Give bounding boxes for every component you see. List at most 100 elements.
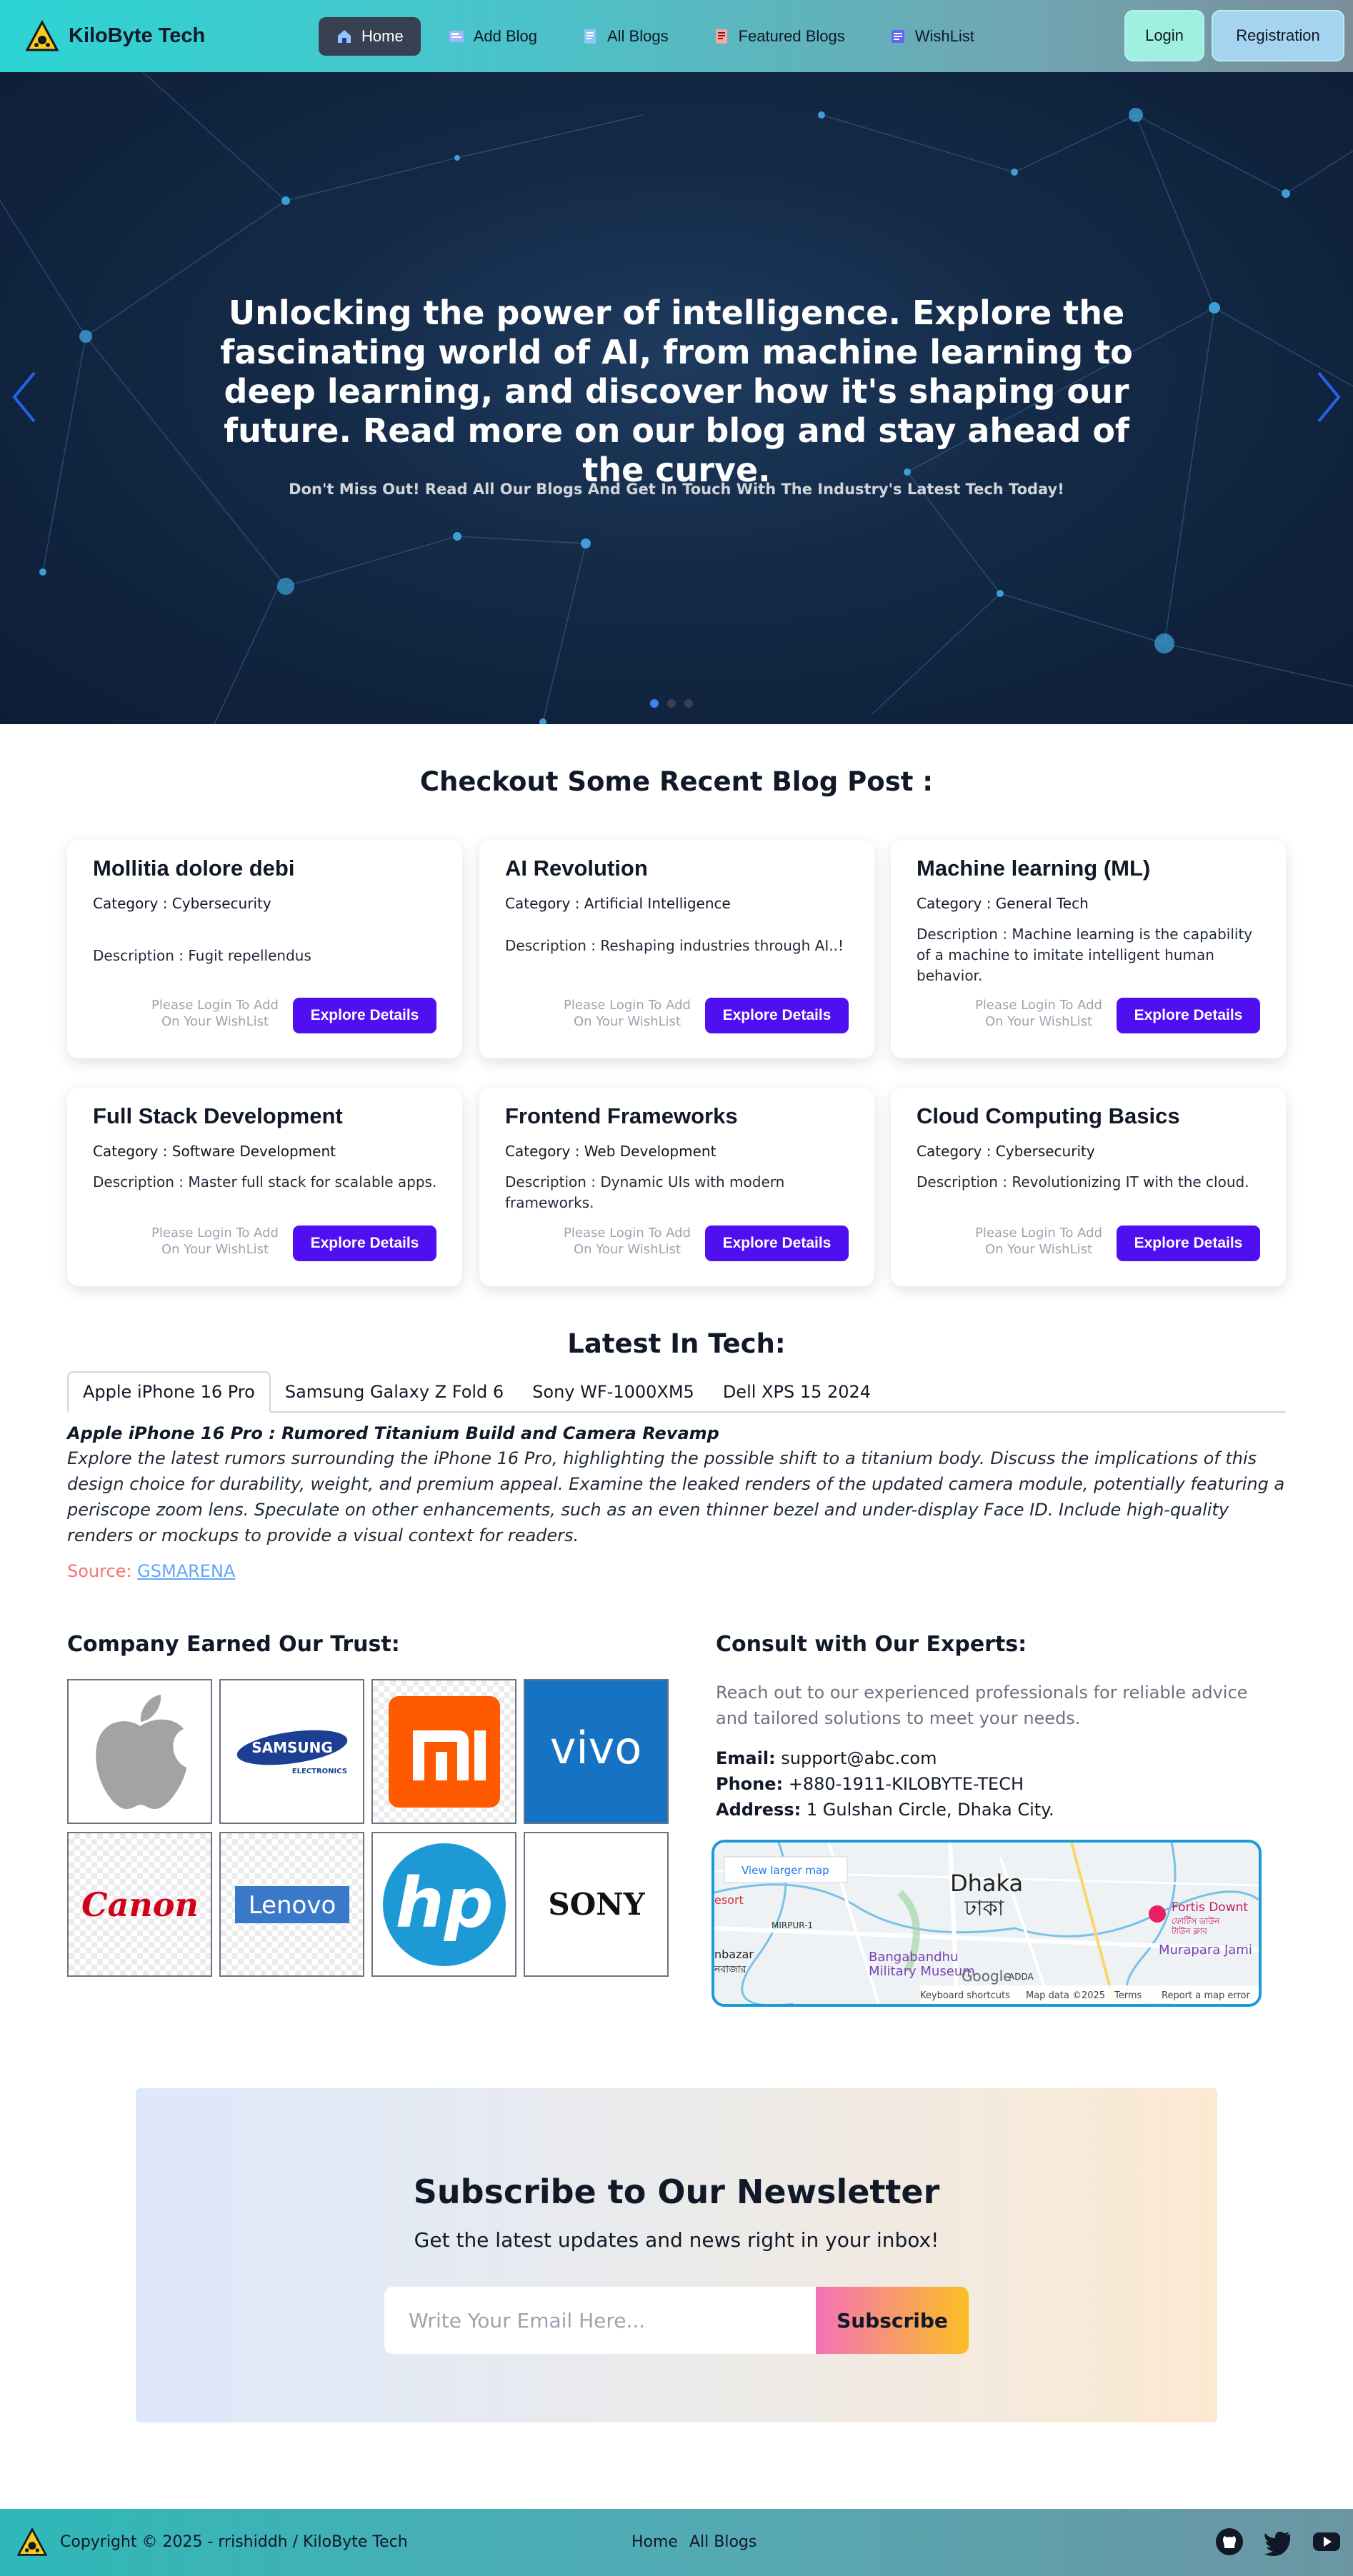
latest-tech-title: Latest In Tech: (567, 1328, 786, 1359)
consult-title: Consult with Our Experts: (716, 1632, 1027, 1657)
source-label: Source: (67, 1561, 132, 1581)
blog-card-title: Full Stack Development (93, 1103, 343, 1128)
newsletter-email-input[interactable]: Write Your Email Here... (384, 2287, 816, 2354)
youtube-icon[interactable] (1312, 2527, 1342, 2557)
consult-phone: Phone: +880-1911-KILOBYTE-TECH (716, 1774, 1024, 1794)
map-keyboard-shortcuts[interactable]: Keyboard shortcuts (920, 1990, 1010, 2001)
vivo-logo-text: vivo (550, 1722, 642, 1774)
blog-card: Cloud Computing Basics Category : Cybers… (891, 1088, 1286, 1286)
slider-prev-arrow-icon[interactable] (10, 369, 39, 426)
samsung-logo-subtext: ELECTRONICS (291, 1768, 346, 1775)
hero-subtitle: Don't Miss Out! Read All Our Blogs And G… (289, 481, 1064, 498)
phone-value: +880-1911-KILOBYTE-TECH (788, 1774, 1024, 1794)
brand[interactable]: KiloByte Tech (26, 19, 205, 53)
tab-panel: Apple iPhone 16 Pro : Rumored Titanium B… (67, 1421, 1286, 1581)
login-button[interactable]: Login (1124, 10, 1204, 61)
nav-home[interactable]: Home (319, 17, 421, 56)
latest-tech-tabs: Apple iPhone 16 Pro Samsung Galaxy Z Fol… (67, 1371, 1286, 1413)
footer-link-home[interactable]: Home (631, 2533, 678, 2551)
blog-card: AI Revolution Category : Artificial Inte… (479, 840, 874, 1058)
wishlist-login-note: Please Login To Add On Your WishList (564, 998, 691, 1029)
address-value: 1 Gulshan Circle, Dhaka City. (806, 1800, 1054, 1820)
blog-card-category: Category : General Tech (917, 895, 1089, 912)
map-data-credit: Map data ©2025 (1026, 1990, 1105, 2001)
address-label: Address: (716, 1800, 802, 1820)
map-embed[interactable]: View larger map Dhaka ঢাকা esort MIRPUR-… (712, 1840, 1262, 2007)
map-label: Bangabandhu (869, 1950, 958, 1965)
explore-details-button[interactable]: Explore Details (293, 998, 436, 1033)
recent-posts-title: Checkout Some Recent Blog Post : (419, 766, 934, 797)
blog-card-description: Description : Reshaping industries throu… (505, 937, 844, 954)
subscribe-button[interactable]: Subscribe (816, 2287, 969, 2354)
nav-all-blogs[interactable]: All Blogs (564, 17, 686, 56)
tab-samsung-galaxy-z-fold-6[interactable]: Samsung Galaxy Z Fold 6 (271, 1371, 518, 1413)
newsletter-section: Subscribe to Our Newsletter Get the late… (136, 2088, 1217, 2422)
footer: Copyright © 2025 - rrishiddh / KiloByte … (0, 2509, 1353, 2576)
explore-details-button[interactable]: Explore Details (705, 998, 849, 1033)
canon-logo-icon: Canon (81, 1885, 199, 1924)
nav-featured-blogs[interactable]: Featured Blogs (696, 17, 862, 56)
nav-wishlist[interactable]: WishList (872, 17, 992, 56)
map-label: ফোর্টিস ডাউন (1172, 1916, 1220, 1926)
blog-card-title: AI Revolution (505, 856, 648, 881)
home-icon (338, 30, 351, 43)
blog-card-title: Mollitia dolore debi (93, 856, 295, 881)
slider-dot[interactable] (650, 699, 659, 708)
sony-logo: SONY (524, 1832, 669, 1977)
blog-card-category: Category : Web Development (505, 1143, 717, 1160)
map-report-error[interactable]: Report a map error (1162, 1990, 1250, 2001)
consult-description: Reach out to our experienced professiona… (716, 1683, 1248, 1728)
explore-details-button[interactable]: Explore Details (293, 1226, 436, 1261)
map-terms[interactable]: Terms (1114, 1990, 1142, 2001)
consult-address: Address: 1 Gulshan Circle, Dhaka City. (716, 1800, 1054, 1820)
nav-add-blog[interactable]: Add Blog (431, 17, 554, 56)
tab-source: Source: GSMARENA (67, 1561, 1286, 1581)
map-label: টাউন ক্লাব (1171, 1926, 1207, 1936)
consult-email: Email: support@abc.com (716, 1748, 937, 1768)
lenovo-logo: Lenovo (219, 1832, 364, 1977)
map-label: নবাজার (714, 1964, 747, 1975)
tab-apple-iphone-16-pro[interactable]: Apple iPhone 16 Pro (67, 1371, 271, 1413)
explore-details-button[interactable]: Explore Details (1117, 998, 1260, 1033)
vivo-logo: vivo (524, 1679, 669, 1824)
explore-details-button[interactable]: Explore Details (1117, 1226, 1260, 1261)
footer-link-all-blogs[interactable]: All Blogs (689, 2533, 757, 2551)
registration-button[interactable]: Registration (1212, 10, 1344, 61)
xiaomi-logo (371, 1679, 516, 1824)
featured-icon (715, 29, 727, 44)
map-city-label: Dhaka (950, 1870, 1023, 1897)
canon-logo-text: Canon (81, 1885, 199, 1924)
navbar: KiloByte Tech Home Add Blog All Blogs Fe… (0, 0, 1353, 72)
slider-dot[interactable] (684, 699, 693, 708)
twitter-icon[interactable] (1263, 2527, 1293, 2557)
blog-card-category: Category : Software Development (93, 1143, 336, 1160)
canon-logo: Canon (67, 1832, 212, 1977)
lenovo-logo-icon: Lenovo (234, 1885, 349, 1923)
hero-slider: Unlocking the power of intelligence. Exp… (0, 72, 1353, 724)
wishlist-icon (891, 30, 904, 43)
blog-card-description: Description : Dynamic UIs with modern fr… (505, 1173, 785, 1211)
map-canvas: View larger map Dhaka ঢাকা esort MIRPUR-… (714, 1843, 1259, 2004)
blog-card-description: Description : Master full stack for scal… (93, 1173, 437, 1191)
wishlist-login-note: Please Login To Add On Your WishList (151, 1226, 279, 1257)
source-link[interactable]: GSMARENA (137, 1561, 235, 1581)
samsung-logo-text: SAMSUNG (251, 1739, 333, 1756)
slider-next-arrow-icon[interactable] (1314, 369, 1343, 426)
add-blog-icon (449, 31, 464, 42)
footer-social (1214, 2527, 1342, 2557)
hero-title: Unlocking the power of intelligence. Exp… (220, 294, 1133, 489)
map-view-larger-link[interactable]: View larger map (742, 1864, 829, 1877)
samsung-logo: SAMSUNG ELECTRONICS (219, 1679, 364, 1824)
blog-card: Frontend Frameworks Category : Web Devel… (479, 1088, 874, 1286)
map-label: Military Museum (869, 1964, 975, 1979)
trust-title: Company Earned Our Trust: (67, 1632, 400, 1657)
explore-details-button[interactable]: Explore Details (705, 1226, 849, 1261)
github-icon[interactable] (1214, 2527, 1244, 2557)
blog-card: Mollitia dolore debi Category : Cybersec… (67, 840, 462, 1058)
nav-all-blogs-label: All Blogs (606, 27, 669, 45)
tab-sony-wf-1000xm5[interactable]: Sony WF-1000XM5 (518, 1371, 709, 1413)
footer-copyright: Copyright © 2025 - rrishiddh / KiloByte … (60, 2533, 408, 2551)
slider-dot[interactable] (667, 699, 676, 708)
tab-dell-xps-15-2024[interactable]: Dell XPS 15 2024 (709, 1371, 885, 1413)
email-value[interactable]: support@abc.com (781, 1748, 937, 1768)
